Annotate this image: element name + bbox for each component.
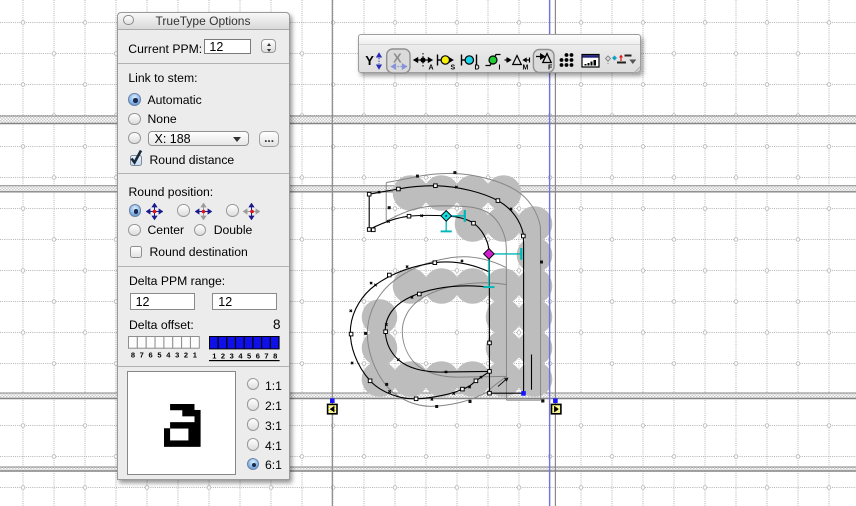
svg-text:3: 3	[230, 352, 234, 361]
svg-text:D: D	[475, 64, 480, 71]
svg-text:6: 6	[149, 351, 153, 360]
svg-text:7: 7	[265, 352, 269, 361]
svg-text:3: 3	[175, 351, 179, 360]
svg-text:5: 5	[247, 352, 251, 361]
svg-text:1: 1	[193, 351, 197, 360]
svg-text:2: 2	[184, 351, 188, 360]
svg-text:Y: Y	[365, 53, 374, 68]
svg-text:F: F	[548, 64, 553, 71]
svg-text:S: S	[451, 64, 456, 71]
svg-text:4: 4	[167, 351, 172, 360]
svg-text:2: 2	[221, 352, 225, 361]
svg-text:X: X	[393, 50, 402, 65]
svg-text:7: 7	[140, 351, 144, 360]
svg-text:4: 4	[239, 352, 244, 361]
svg-text:M: M	[523, 64, 529, 71]
svg-text:5: 5	[158, 351, 162, 360]
svg-text:1: 1	[212, 352, 216, 361]
svg-text:8: 8	[131, 351, 135, 360]
svg-text:8: 8	[273, 352, 277, 361]
svg-text:6: 6	[256, 352, 260, 361]
svg-text:A: A	[429, 64, 434, 71]
svg-text:I: I	[499, 64, 501, 71]
